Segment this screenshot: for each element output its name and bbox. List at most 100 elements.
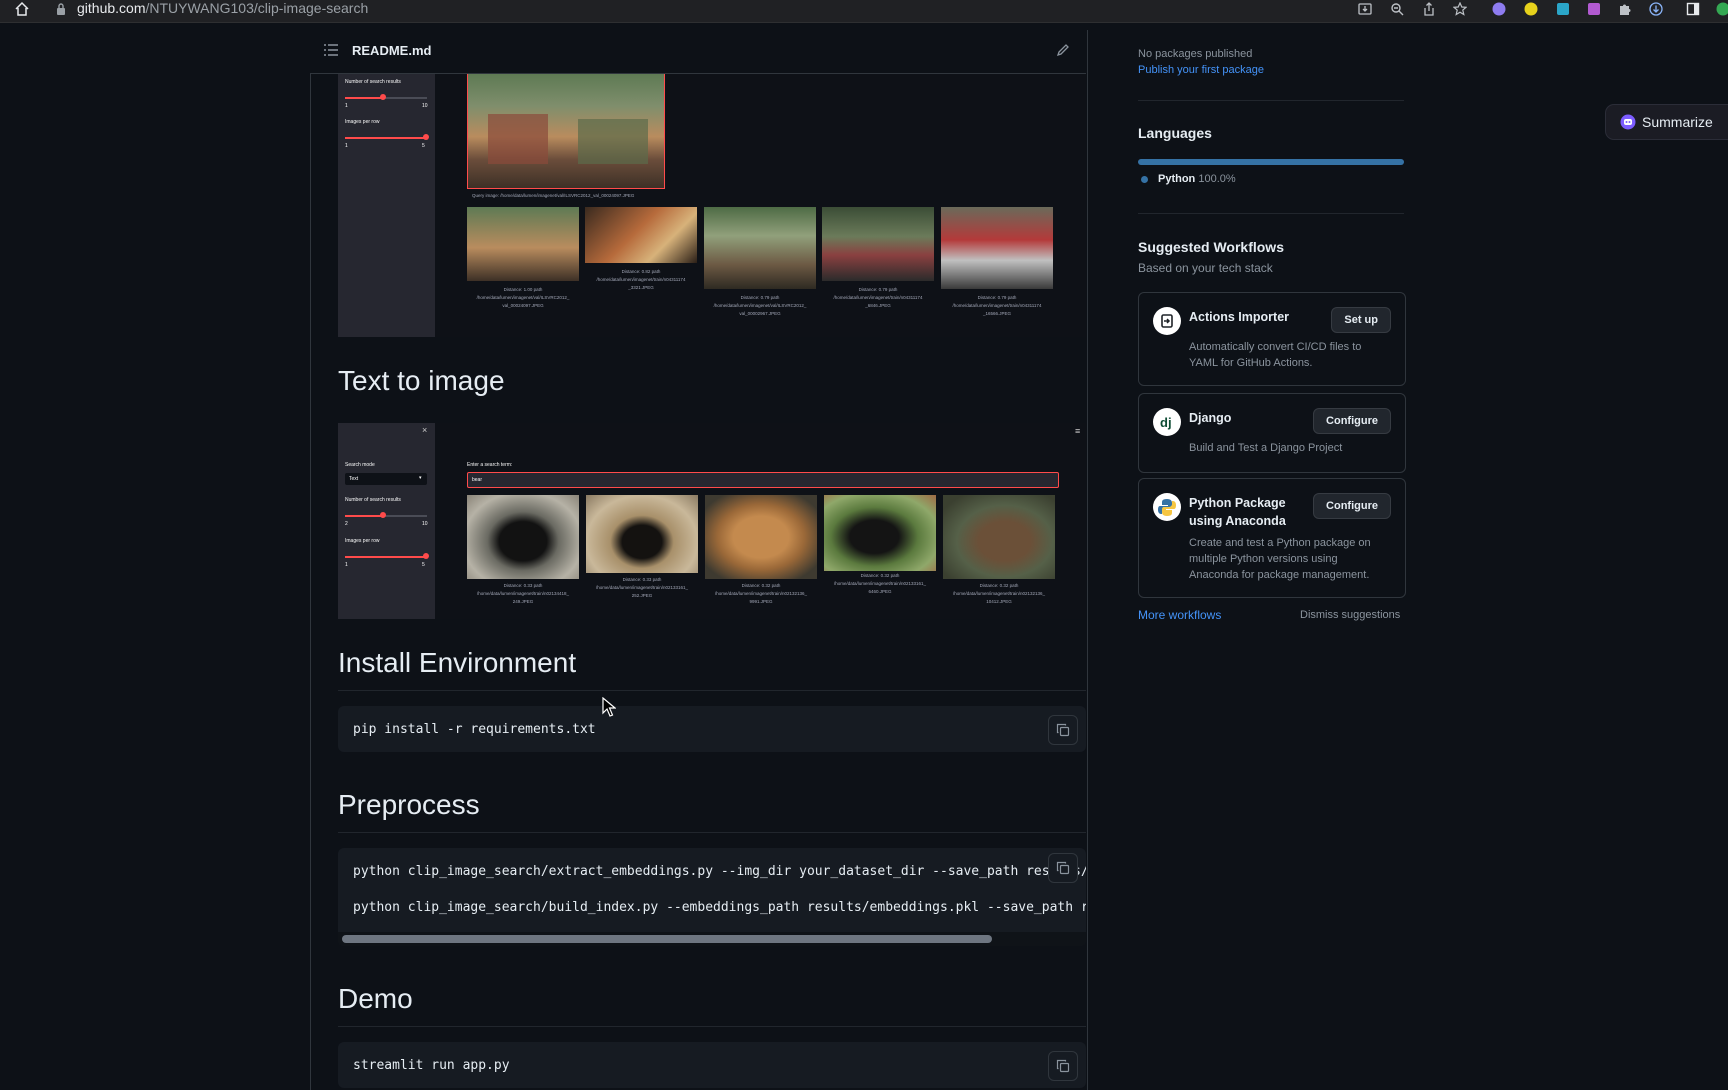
lock-icon[interactable] bbox=[56, 3, 66, 15]
workflows-subtitle: Based on your tech stack bbox=[1138, 261, 1273, 275]
sidebar-divider bbox=[1138, 213, 1404, 214]
images-per-row-min: 1 bbox=[345, 143, 348, 149]
extension-teal-icon[interactable] bbox=[1556, 2, 1570, 16]
copy-icon bbox=[1056, 1059, 1070, 1073]
sidebar-panel-icon[interactable] bbox=[1686, 2, 1700, 16]
search-term-label: Enter a search term: bbox=[467, 462, 512, 468]
publish-package-link[interactable]: Publish your first package bbox=[1138, 64, 1264, 76]
workflow-desc-line1: Automatically convert CI/CD files to bbox=[1189, 339, 1361, 355]
images-per-row-label: Images per row bbox=[345, 119, 379, 125]
code-install: pip install -r requirements.txt bbox=[353, 722, 596, 737]
extension-yellow-icon[interactable] bbox=[1524, 2, 1538, 16]
setup-button[interactable]: Set up bbox=[1331, 307, 1391, 333]
heading-preprocess: Preprocess bbox=[338, 789, 480, 821]
language-percent: 100.0% bbox=[1198, 173, 1235, 185]
result-image-2 bbox=[585, 207, 697, 263]
code-block-demo: streamlit run app.py bbox=[338, 1042, 1086, 1088]
url-path: /NTUYWANG103/clip-image-search bbox=[145, 0, 368, 16]
workflow-desc-line1: Build and Test a Django Project bbox=[1189, 440, 1342, 456]
download-icon[interactable] bbox=[1649, 2, 1663, 16]
bookmark-star-icon[interactable] bbox=[1453, 2, 1467, 16]
python-logo-icon bbox=[1153, 493, 1181, 521]
readme-filename: README.md bbox=[352, 43, 431, 58]
configure-button[interactable]: Configure bbox=[1313, 408, 1391, 434]
configure-button[interactable]: Configure bbox=[1313, 493, 1391, 519]
hamburger-menu-icon: ≡ bbox=[1075, 426, 1080, 436]
num-results-label: Number of search results bbox=[345, 79, 401, 85]
demo-screenshot-image-search: Number of search results 1 10 Images per… bbox=[338, 73, 1086, 337]
copy-button[interactable] bbox=[1048, 1051, 1078, 1081]
python-color-dot bbox=[1141, 176, 1148, 183]
workflow-desc-line2: multiple Python versions using bbox=[1189, 551, 1338, 567]
workflows-title: Suggested Workflows bbox=[1138, 239, 1284, 255]
workflow-card-python-anaconda: Python Package using Anaconda Configure … bbox=[1138, 478, 1406, 598]
query-caption: Query image: /home/data/lumen/imagenet/v… bbox=[472, 193, 634, 198]
copy-button[interactable] bbox=[1048, 715, 1078, 745]
extension-purple-icon[interactable] bbox=[1492, 2, 1506, 16]
packages-empty-text: No packages published bbox=[1138, 48, 1252, 60]
language-entry[interactable]: Python 100.0% bbox=[1158, 173, 1236, 185]
summarize-extension-button[interactable]: Summarize bbox=[1606, 105, 1728, 139]
demo-sidebar: Number of search results 1 10 Images per… bbox=[338, 73, 435, 337]
copy-icon bbox=[1056, 861, 1070, 875]
query-image bbox=[467, 73, 665, 189]
horizontal-scrollbar[interactable] bbox=[338, 932, 1086, 946]
edit-pencil-icon[interactable] bbox=[1056, 43, 1070, 57]
search-mode-select: Text ▾ bbox=[345, 473, 427, 485]
images-per-row-slider bbox=[345, 137, 427, 139]
close-icon: × bbox=[422, 425, 427, 435]
heading-rule bbox=[338, 1026, 1086, 1027]
num-results-min: 1 bbox=[345, 103, 348, 109]
mouse-cursor-icon bbox=[602, 697, 616, 717]
images-per-row-max: 5 bbox=[422, 143, 425, 149]
code-preprocess-2: python clip_image_search/build_index.py … bbox=[353, 900, 1086, 915]
images-per-row-min-2: 1 bbox=[345, 562, 348, 568]
workflow-card-actions-importer: Actions Importer Set up Automatically co… bbox=[1138, 292, 1406, 386]
heading-rule bbox=[338, 832, 1086, 833]
chevron-down-icon: ▾ bbox=[419, 475, 422, 481]
images-per-row-max-2: 5 bbox=[422, 562, 425, 568]
workflow-card-django: dj Django Configure Build and Test a Dja… bbox=[1138, 393, 1406, 473]
workflow-desc-line2: YAML for GitHub Actions. bbox=[1189, 355, 1313, 371]
home-icon[interactable] bbox=[14, 1, 30, 17]
heading-text-to-image: Text to image bbox=[338, 365, 505, 397]
install-app-icon[interactable] bbox=[1358, 2, 1372, 16]
num-results-max-2: 10 bbox=[422, 521, 428, 527]
copy-button[interactable] bbox=[1048, 853, 1078, 883]
dismiss-suggestions-button[interactable]: Dismiss suggestions bbox=[1300, 609, 1400, 621]
workflow-desc-line3: Anaconda for package management. bbox=[1189, 567, 1369, 583]
extensions-puzzle-icon[interactable] bbox=[1618, 2, 1632, 16]
actions-importer-icon bbox=[1153, 307, 1181, 335]
language-name: Python bbox=[1158, 173, 1195, 185]
workflow-title: Django bbox=[1189, 409, 1231, 427]
code-preprocess-1: python clip_image_search/extract_embeddi… bbox=[353, 864, 1086, 879]
workflow-title-line1: Python Package bbox=[1189, 494, 1286, 512]
heading-install-environment: Install Environment bbox=[338, 647, 576, 679]
extension-pink-icon[interactable] bbox=[1587, 2, 1601, 16]
summarize-label: Summarize bbox=[1642, 114, 1713, 130]
result-image-5 bbox=[941, 207, 1053, 289]
bear-image-4 bbox=[824, 495, 936, 571]
ai-assistant-icon bbox=[1620, 114, 1636, 130]
share-icon[interactable] bbox=[1422, 2, 1436, 16]
scrollbar-thumb[interactable] bbox=[342, 935, 992, 943]
demo-screenshot-text-search: × Search mode Text ▾ Number of search re… bbox=[338, 423, 1086, 619]
readme-header: README.md bbox=[310, 30, 1086, 74]
workflow-desc-line1: Create and test a Python package on bbox=[1189, 535, 1371, 551]
bear-image-5 bbox=[943, 495, 1055, 579]
search-mode-label: Search mode bbox=[345, 462, 375, 468]
images-per-row-slider-2 bbox=[345, 556, 427, 558]
result-image-4 bbox=[822, 207, 934, 281]
django-icon: dj bbox=[1153, 408, 1181, 436]
copy-icon bbox=[1056, 723, 1070, 737]
more-workflows-link[interactable]: More workflows bbox=[1138, 608, 1221, 622]
svg-text:dj: dj bbox=[1160, 415, 1172, 430]
zoom-icon[interactable] bbox=[1390, 2, 1404, 16]
heading-demo: Demo bbox=[338, 983, 413, 1015]
bear-image-3 bbox=[705, 495, 817, 579]
url-domain: github.com bbox=[77, 0, 145, 16]
sidebar-divider bbox=[1138, 100, 1404, 101]
profile-avatar-icon[interactable] bbox=[1716, 2, 1728, 16]
table-of-contents-icon[interactable] bbox=[324, 44, 338, 56]
address-bar[interactable]: github.com/NTUYWANG103/clip-image-search bbox=[77, 0, 368, 16]
